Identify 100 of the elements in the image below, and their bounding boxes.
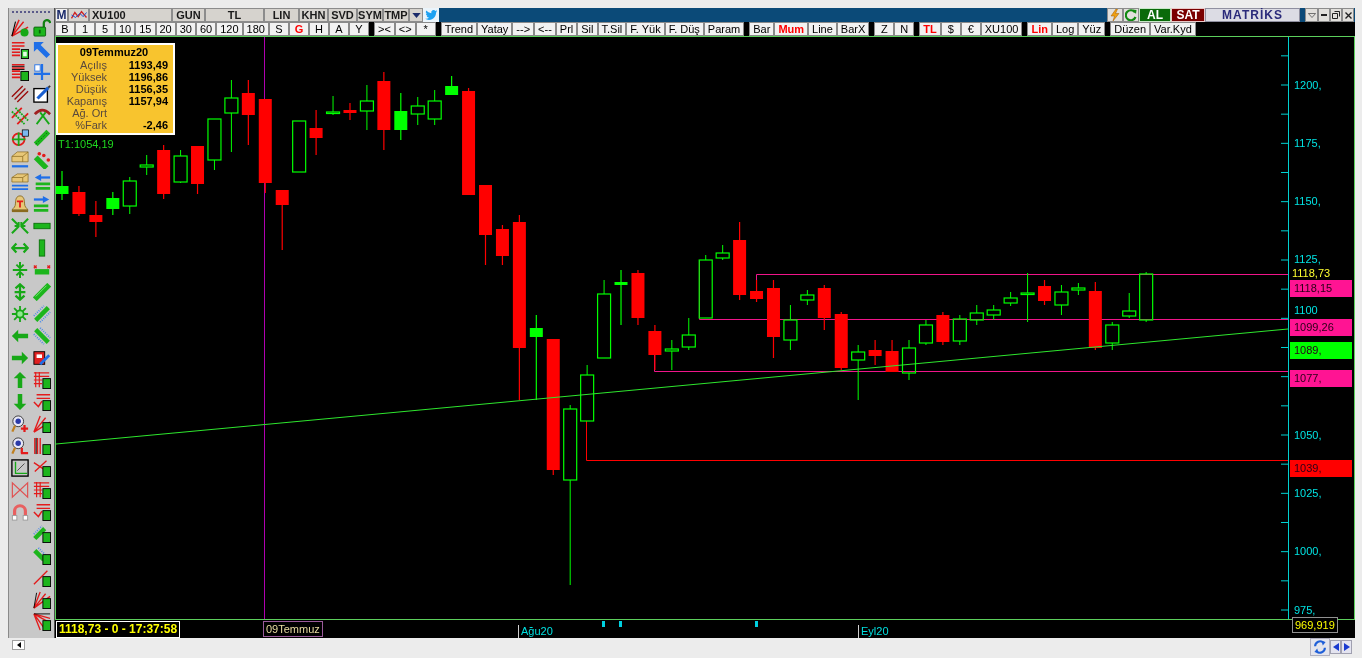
status-readout: 1118,73 - 0 - 17:37:58 <box>56 621 181 638</box>
period-tab[interactable]: 180 <box>242 22 269 36</box>
tool-button[interactable]: <-- <box>534 22 556 36</box>
slanted-bar-badge-icon[interactable] <box>33 525 51 543</box>
toolbar-button[interactable]: SYM <box>357 8 383 22</box>
tool-button[interactable]: Trend <box>440 22 477 36</box>
zoom-out-icon[interactable] <box>11 437 29 455</box>
grid-badge-icon[interactable] <box>33 371 51 389</box>
period-tab[interactable]: 15 <box>135 22 156 36</box>
toolbar-button[interactable]: SVD <box>328 8 357 22</box>
bars-right-arrow-icon[interactable] <box>33 195 51 213</box>
period-tab[interactable]: G <box>288 22 309 36</box>
caret-down-icon[interactable] <box>411 12 421 18</box>
currency-tab[interactable]: XU100 <box>980 22 1023 36</box>
period-tab[interactable]: A <box>328 22 349 36</box>
toolbar-button[interactable]: KHN <box>299 8 328 22</box>
tool-button[interactable]: Prl <box>555 22 578 36</box>
toolbar-button[interactable]: TL <box>205 8 264 22</box>
currency-tab[interactable]: TL <box>919 22 941 36</box>
currency-tab[interactable]: € <box>960 22 981 36</box>
period-tab[interactable]: 1 <box>75 22 95 36</box>
buy-button[interactable]: AL <box>1139 8 1171 22</box>
edit-box-icon[interactable] <box>33 349 51 367</box>
chart-type-tab[interactable]: Line <box>808 22 837 36</box>
toggle-button[interactable]: N <box>894 22 915 36</box>
period-tab[interactable]: 10 <box>115 22 136 36</box>
crosshair-icon[interactable] <box>33 63 51 81</box>
fan-badge-icon[interactable] <box>33 415 51 433</box>
zoom-button[interactable]: >< <box>373 22 395 36</box>
period-tab[interactable]: 30 <box>175 22 196 36</box>
layout-button[interactable]: Düzen <box>1110 22 1151 36</box>
scale-tab[interactable]: Yüz <box>1078 22 1106 36</box>
chart-type-tab[interactable]: Mum <box>774 22 809 36</box>
slab-double-line-icon[interactable] <box>11 173 29 191</box>
padlock-icon[interactable] <box>33 19 51 37</box>
period-tab[interactable]: 120 <box>216 22 243 36</box>
lines-badge-icon[interactable] <box>33 503 51 521</box>
toolbar-button[interactable]: TMP <box>383 8 409 22</box>
bars-left-arrow-icon[interactable] <box>33 173 51 191</box>
period-tab[interactable]: 60 <box>196 22 217 36</box>
toolbar-button[interactable]: LIN <box>264 8 299 22</box>
toggle-button[interactable]: Z <box>874 22 895 36</box>
slanted-bar-dots-icon[interactable] <box>33 151 51 169</box>
slash-badge-icon[interactable] <box>33 569 51 587</box>
vertical-lines-badge-icon[interactable] <box>33 437 51 455</box>
price-axis-label: 1125, <box>1294 252 1321 266</box>
dotted-reverse-bar-icon[interactable] <box>33 327 51 345</box>
arc-cross-icon[interactable] <box>33 107 51 125</box>
layout-button[interactable]: Var.Kyd <box>1150 22 1196 36</box>
price-axis-label: 1000, <box>1294 544 1322 558</box>
dropdown-button[interactable] <box>409 8 423 22</box>
period-tab[interactable]: B <box>55 22 75 36</box>
tool-button[interactable]: Yatay <box>477 22 513 36</box>
fan-badge-icon[interactable] <box>33 613 51 631</box>
scroll-left-button[interactable] <box>12 640 25 650</box>
period-tab[interactable]: 5 <box>95 22 115 36</box>
toolbar-button[interactable]: GUN <box>172 8 205 22</box>
menu-button[interactable]: M <box>55 8 68 22</box>
fan-badge-icon[interactable] <box>33 591 51 609</box>
tool-button[interactable]: Sil <box>577 22 598 36</box>
tool-button[interactable]: F. Düş <box>664 22 704 36</box>
lines-badge-icon[interactable] <box>33 393 51 411</box>
period-tab[interactable]: S <box>268 22 289 36</box>
tool-button[interactable]: --> <box>512 22 535 36</box>
price-tag: 1118,15 <box>1290 280 1352 297</box>
starburst-icon[interactable] <box>11 305 29 323</box>
info-title: 09Temmuz20 <box>78 46 150 59</box>
zoom-button[interactable]: * <box>415 22 436 36</box>
scale-tab[interactable]: Log <box>1051 22 1079 36</box>
field-label: %Fark <box>74 119 107 131</box>
period-tab[interactable]: Y <box>348 22 369 36</box>
scale-tab[interactable]: Lin <box>1027 22 1052 36</box>
period-tab[interactable]: H <box>308 22 329 36</box>
target-icon[interactable] <box>11 129 29 147</box>
sell-button[interactable]: SAT <box>1171 8 1205 22</box>
caret-left-icon[interactable] <box>16 642 21 648</box>
grid-badge-icon[interactable] <box>33 481 51 499</box>
fan-lines-icon[interactable] <box>11 19 29 37</box>
chart-type-tab[interactable]: BarX <box>836 22 870 36</box>
dotted-slanted-bar-icon[interactable] <box>33 305 51 323</box>
bell-icon[interactable] <box>11 195 29 213</box>
zoom-button[interactable]: <> <box>394 22 416 36</box>
period-tab[interactable]: 20 <box>155 22 176 36</box>
slanted-bar-badge-icon[interactable] <box>33 547 51 565</box>
chart-type-tab[interactable]: Bar <box>749 22 775 36</box>
tool-button[interactable]: T.Sil <box>597 22 627 36</box>
field-value: 1157,94 <box>127 95 168 107</box>
parallel-lines-icon[interactable] <box>11 85 29 103</box>
crossed-lines-badge-icon[interactable] <box>33 459 51 477</box>
tool-button[interactable]: Param <box>703 22 745 36</box>
tool-button[interactable]: F. Yük <box>626 22 665 36</box>
pencil-box-icon[interactable] <box>33 85 51 103</box>
currency-tab[interactable]: $ <box>940 22 961 36</box>
zoom-in-icon[interactable] <box>11 415 29 433</box>
minimize-button[interactable] <box>1318 8 1330 22</box>
symbol-field[interactable]: XU100 <box>89 8 172 22</box>
list-panel-icon[interactable] <box>11 41 29 59</box>
list-badge-icon[interactable] <box>11 63 29 81</box>
window-menu-button[interactable] <box>1305 8 1318 22</box>
chart-frame-icon[interactable] <box>11 459 29 477</box>
